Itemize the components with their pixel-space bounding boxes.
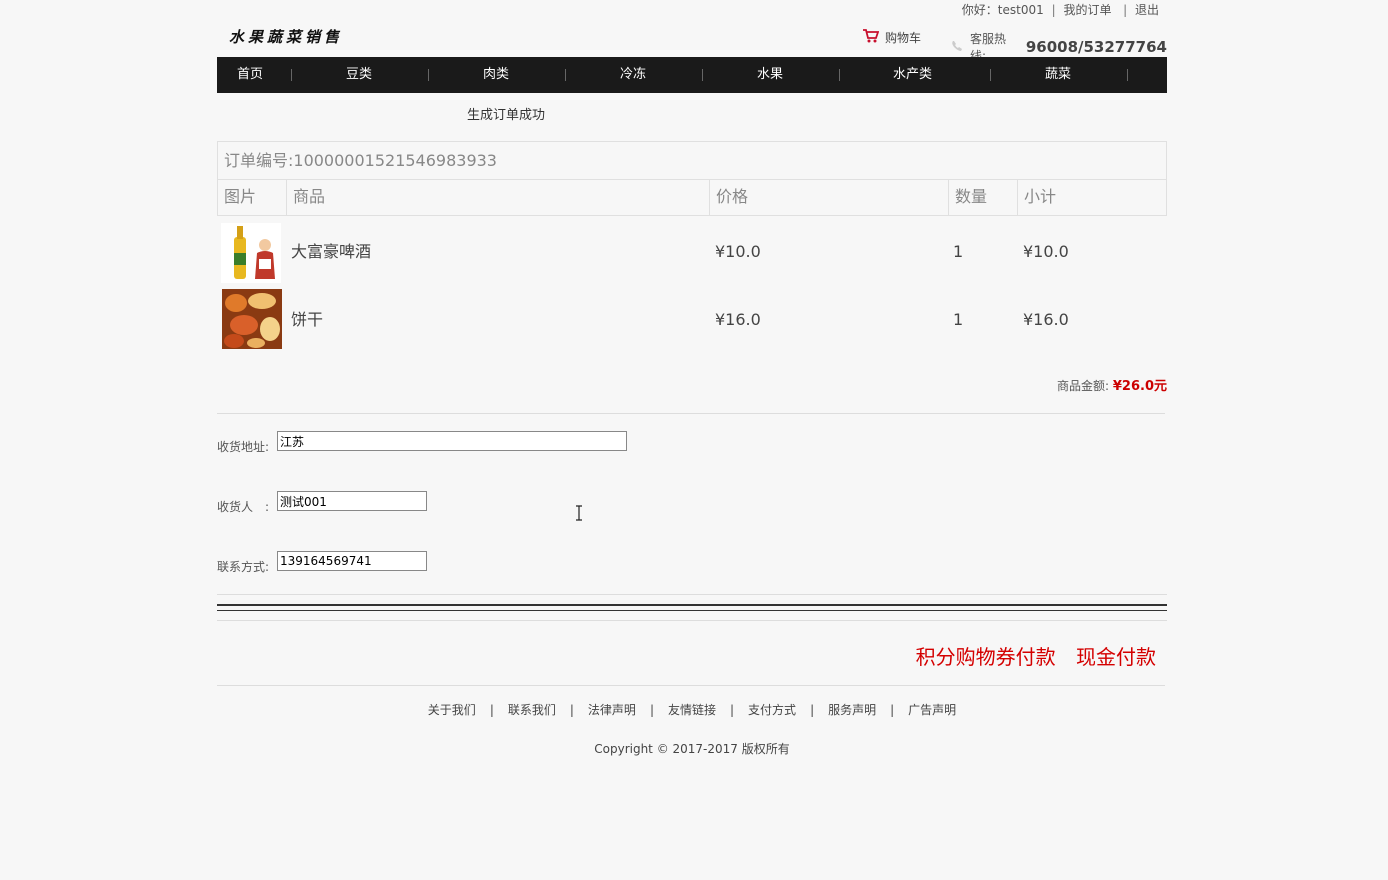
divider <box>217 413 1165 414</box>
product-price: ¥10.0 <box>715 242 761 261</box>
separator: | <box>730 703 735 717</box>
separator: | <box>890 703 895 717</box>
separator: | <box>1051 3 1056 17</box>
divider <box>217 594 1167 595</box>
separator: | <box>569 703 574 717</box>
phone-label: 联系方式: <box>217 560 270 574</box>
nav-separator <box>1127 69 1128 81</box>
nav-item-beans[interactable]: 豆类 <box>346 57 372 93</box>
footer-link-friends[interactable]: 友情链接 <box>668 703 716 717</box>
separator: | <box>489 703 494 717</box>
column-header-price: 价格 <box>709 179 949 215</box>
main-nav: 首页 豆类 肉类 冷冻 水果 水产类 蔬菜 <box>217 57 1167 93</box>
receiver-input[interactable] <box>277 491 427 511</box>
separator: | <box>649 703 654 717</box>
footer-link-about[interactable]: 关于我们 <box>428 703 476 717</box>
product-quantity: 1 <box>953 242 964 261</box>
order-number-header: 订单编号:10000001521546983933 <box>217 141 1167 180</box>
footer-link-legal[interactable]: 法律声明 <box>588 703 636 717</box>
product-name[interactable]: 饼干 <box>291 288 323 352</box>
nav-item-vegetables[interactable]: 蔬菜 <box>1045 57 1071 93</box>
separator: | <box>810 703 815 717</box>
footer-link-ads[interactable]: 广告声明 <box>908 703 956 717</box>
column-header-quantity: 数量 <box>948 179 1018 215</box>
footer-link-contact[interactable]: 联系我们 <box>508 703 556 717</box>
nav-item-frozen[interactable]: 冷冻 <box>620 57 646 93</box>
product-image-biscuit[interactable] <box>222 289 282 349</box>
order-number: 订单编号:10000001521546983933 <box>224 151 497 170</box>
address-label: 收货地址: <box>217 440 270 454</box>
product-subtotal: ¥10.0 <box>1023 242 1069 261</box>
cart-icon <box>862 28 880 46</box>
total-label: 商品金额: <box>1057 379 1110 393</box>
nav-item-fruit[interactable]: 水果 <box>757 57 783 93</box>
nav-separator <box>428 69 429 81</box>
divider <box>217 620 1167 621</box>
phone-input[interactable] <box>277 551 427 571</box>
nav-separator <box>990 69 991 81</box>
nav-item-home[interactable]: 首页 <box>237 57 263 93</box>
nav-separator <box>702 69 703 81</box>
nav-separator <box>839 69 840 81</box>
logout-link[interactable]: 退出 <box>1135 3 1159 17</box>
nav-item-seafood[interactable]: 水产类 <box>893 57 932 93</box>
footer-links: 关于我们 | 联系我们 | 法律声明 | 友情链接 | 支付方式 | 服务声明 | 广告声明 <box>217 701 1167 718</box>
my-orders-link[interactable]: 我的订单 <box>1063 3 1111 17</box>
column-header-image: 图片 <box>217 179 287 215</box>
footer-link-payment[interactable]: 支付方式 <box>748 703 796 717</box>
order-table-header: 图片 商品 价格 数量 小计 <box>217 179 1167 216</box>
divider <box>217 604 1167 606</box>
page-container: 你好：test001 | 我的订单 | 退出 水果蔬菜销售 购物车 客服热线: … <box>217 0 1167 880</box>
payment-options: 积分购物券付款 现金付款 <box>902 641 1156 670</box>
column-header-subtotal: 小计 <box>1017 179 1167 215</box>
nav-item-meat[interactable]: 肉类 <box>483 57 509 93</box>
top-user-bar: 你好：test001 | 我的订单 | 退出 <box>962 1 1159 18</box>
product-subtotal: ¥16.0 <box>1023 310 1069 329</box>
divider <box>217 685 1165 686</box>
divider <box>217 610 1167 611</box>
product-price: ¥16.0 <box>715 310 761 329</box>
hotline-number: 96008/53277764 <box>1025 38 1167 56</box>
footer-link-service[interactable]: 服务声明 <box>828 703 876 717</box>
pay-with-cash-button[interactable]: 现金付款 <box>1076 645 1156 669</box>
order-item-row: 饼干 ¥16.0 1 ¥16.0 <box>217 288 1167 352</box>
text-cursor-icon <box>575 505 583 521</box>
pay-with-points-voucher-button[interactable]: 积分购物券付款 <box>916 645 1056 669</box>
product-name[interactable]: 大富豪啤酒 <box>291 220 371 284</box>
order-success-message: 生成订单成功 <box>467 108 546 123</box>
order-item-row: 大富豪啤酒 ¥10.0 1 ¥10.0 <box>217 220 1167 284</box>
product-quantity: 1 <box>953 310 964 329</box>
greeting-text: 你好：test001 <box>961 3 1044 17</box>
site-logo[interactable]: 水果蔬菜销售 <box>229 26 343 47</box>
address-input[interactable] <box>277 431 627 451</box>
total-value: ¥26.0元 <box>1112 379 1167 394</box>
separator: | <box>1119 3 1128 17</box>
phone-icon <box>950 39 966 56</box>
order-total: 商品金额: ¥26.0元 <box>1057 375 1167 394</box>
nav-separator <box>291 69 292 81</box>
copyright: Copyright © 2017-2017 版权所有 <box>594 742 790 756</box>
cart-label: 购物车 <box>885 30 922 45</box>
nav-separator <box>565 69 566 81</box>
column-header-product: 商品 <box>286 179 710 215</box>
cart-link[interactable]: 购物车 <box>862 28 921 46</box>
product-image-beer[interactable] <box>221 223 281 283</box>
receiver-label: 收货人 : <box>217 500 270 514</box>
